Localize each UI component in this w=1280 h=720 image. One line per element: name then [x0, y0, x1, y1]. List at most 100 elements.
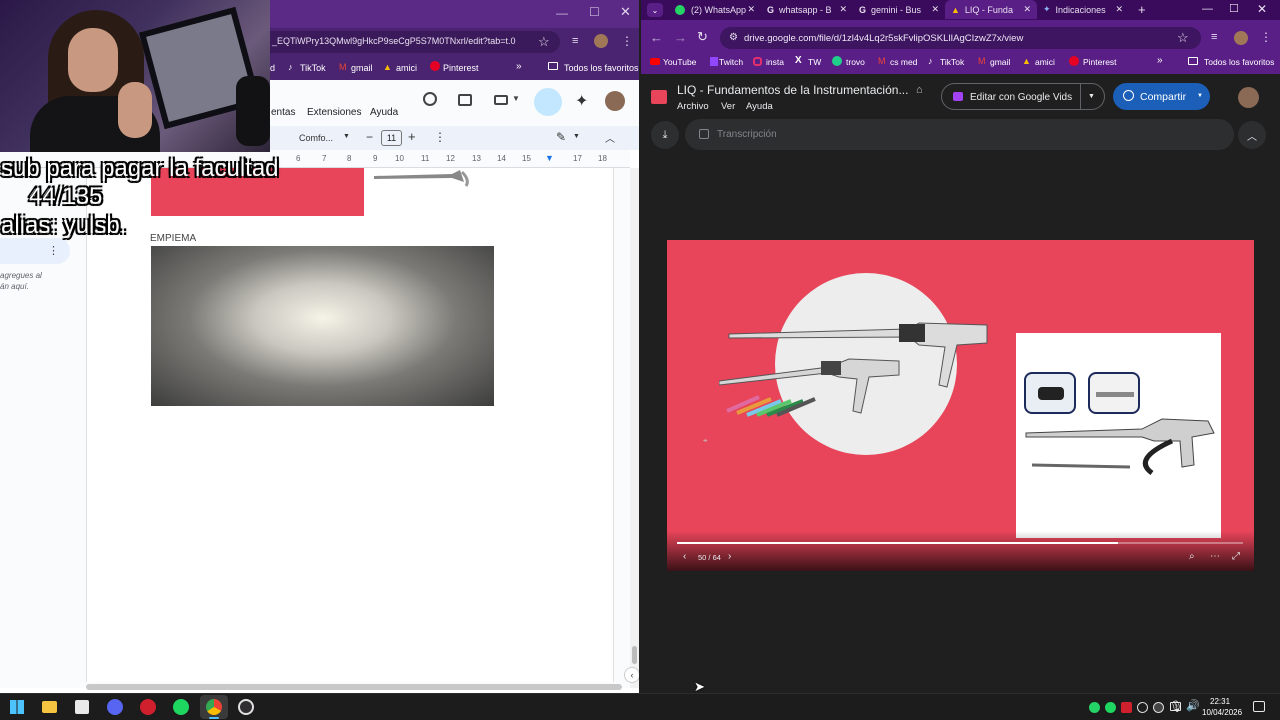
comment-icon[interactable] — [458, 94, 472, 106]
maximize-icon[interactable]: ☐ — [589, 5, 600, 19]
share-button[interactable]: Compartir ▼ — [1113, 83, 1210, 110]
tab-whatsapp[interactable]: (2) WhatsApp ✕ — [669, 0, 761, 19]
profile-avatar[interactable] — [1234, 31, 1248, 45]
add-shortcut-icon[interactable]: ⌂ — [916, 84, 923, 96]
font-size-input[interactable]: 11 — [381, 130, 402, 146]
horizontal-scrollbar[interactable] — [86, 684, 622, 690]
close-icon[interactable]: ✕ — [620, 4, 631, 20]
app-tray-icon[interactable] — [1121, 702, 1132, 713]
whatsapp-tray-icon[interactable] — [1089, 702, 1100, 713]
bookmark-tiktok[interactable]: TikTok — [940, 57, 964, 67]
notifications-icon[interactable] — [1253, 701, 1265, 712]
clock-date[interactable]: 10/04/2026 — [1202, 708, 1242, 717]
bookmark-youtube[interactable]: YouTube — [663, 57, 696, 67]
more-tools-icon[interactable]: ⋮ — [434, 130, 446, 144]
menu-help[interactable]: Ayuda — [370, 107, 398, 118]
file-title[interactable]: LIQ - Fundamentos de la Instrumentación.… — [677, 83, 908, 97]
transcript-field[interactable]: Transcripción — [685, 119, 1234, 150]
all-favorites[interactable]: Todos los favoritos — [564, 63, 639, 73]
windows-start-icon[interactable] — [10, 700, 24, 714]
file-explorer-icon[interactable] — [42, 701, 57, 713]
tab-gemini[interactable]: G gemini - Bus ✕ — [853, 0, 945, 19]
tab-close-icon[interactable]: ✕ — [839, 4, 847, 15]
history-icon[interactable] — [423, 92, 437, 106]
tab-liq-active[interactable]: ▲ LIQ - Funda ✕ — [945, 0, 1037, 19]
tab-close-icon[interactable]: ✕ — [1115, 4, 1123, 15]
bookmark-tiktok[interactable]: TikTok — [300, 63, 326, 73]
meet-icon[interactable] — [494, 95, 508, 105]
tab-indicaciones[interactable]: ✦ Indicaciones ✕ — [1037, 0, 1129, 19]
bookmark-gmail[interactable]: gmail — [990, 57, 1010, 67]
tab-search-icon[interactable]: ⌄ — [647, 3, 663, 17]
chevron-right-icon[interactable]: » — [516, 61, 522, 72]
user-avatar[interactable] — [605, 91, 625, 111]
surgical-instrument-image[interactable] — [372, 168, 482, 188]
bookmark-tw[interactable]: TW — [808, 57, 821, 67]
spotify-tray-icon[interactable] — [1105, 702, 1116, 713]
gemini-icon[interactable]: ✦ — [575, 91, 588, 111]
thumbnail-stapler[interactable] — [1088, 372, 1140, 414]
chevron-down-icon[interactable]: ▼ — [512, 94, 520, 103]
empyema-photo[interactable] — [151, 246, 494, 406]
forward-icon[interactable]: → — [674, 30, 687, 45]
edit-pencil-icon[interactable]: ✎ — [556, 130, 566, 144]
font-size-increase-button[interactable]: + — [408, 129, 416, 144]
close-icon[interactable]: ✕ — [1257, 2, 1267, 16]
more-slide-options-icon[interactable]: ⋯ — [1210, 551, 1220, 562]
clock-time[interactable]: 22:31 — [1210, 697, 1230, 706]
app-red-icon[interactable] — [140, 699, 156, 715]
profile-avatar[interactable] — [594, 34, 608, 48]
menu-archivo[interactable]: Archivo — [677, 101, 709, 112]
next-slide-icon[interactable]: › — [728, 551, 731, 562]
star-icon[interactable]: ☆ — [538, 34, 550, 50]
side-panel-toggle-icon[interactable]: ‹ — [624, 667, 639, 683]
bookmark-trovo[interactable]: trovo — [846, 57, 865, 67]
minimize-icon[interactable]: — — [1202, 3, 1213, 15]
back-icon[interactable]: ← — [650, 30, 663, 45]
tab-google-whatsapp[interactable]: G whatsapp - B ✕ — [761, 0, 853, 19]
network-icon[interactable] — [1170, 702, 1181, 711]
bookmark-pinterest[interactable]: Pinterest — [443, 63, 479, 73]
mode-chevron-icon[interactable]: ▼ — [573, 133, 580, 140]
obs-tray-icon[interactable] — [1137, 702, 1148, 713]
site-info-icon[interactable]: ⚙ — [729, 32, 738, 43]
download-icon[interactable]: ⤓ — [651, 121, 679, 149]
zoom-icon[interactable]: ⌕ — [1189, 551, 1195, 562]
reading-list-icon[interactable]: ≡ — [1211, 31, 1217, 43]
prev-slide-icon[interactable]: ‹ — [683, 551, 686, 562]
edit-options-dropdown[interactable]: ▼ — [1080, 83, 1105, 110]
chevron-right-icon[interactable]: » — [1157, 55, 1163, 66]
all-favorites[interactable]: Todos los favoritos — [1204, 57, 1274, 67]
collapse-chevron-icon[interactable]: ︿ — [605, 130, 615, 145]
minimize-icon[interactable]: — — [556, 6, 568, 20]
volume-icon[interactable]: 🔊 — [1186, 699, 1200, 712]
bookmark-gmail[interactable]: gmail — [351, 63, 373, 73]
font-size-decrease-button[interactable]: − — [366, 130, 373, 144]
vertical-scrollbar[interactable] — [630, 168, 639, 688]
bookmark-item[interactable]: d — [270, 63, 275, 73]
document-page[interactable]: EMPIEMA — [86, 168, 614, 682]
share-person-icon[interactable] — [534, 88, 562, 116]
panel-menu-icon[interactable]: ⋮ — [48, 244, 59, 257]
thumbnail-cartridge[interactable] — [1024, 372, 1076, 414]
tab-close-icon[interactable]: ✕ — [931, 4, 939, 15]
account-avatar[interactable] — [1238, 87, 1259, 108]
maximize-icon[interactable]: ☐ — [1229, 2, 1239, 15]
more-options-icon[interactable]: ⋮ — [1260, 30, 1272, 44]
bookmark-amici[interactable]: amici — [396, 63, 417, 73]
discord-icon[interactable] — [107, 699, 123, 715]
ruler-indent-marker[interactable]: ▼ — [545, 153, 554, 163]
expand-up-icon[interactable]: ︿ — [1238, 121, 1266, 149]
reading-list-icon[interactable]: ≡ — [572, 35, 578, 47]
menu-ayuda[interactable]: Ayuda — [746, 101, 773, 112]
slide-progress-track[interactable] — [677, 542, 1243, 544]
style-dropdown[interactable]: Comfo... — [299, 133, 333, 143]
menu-ver[interactable]: Ver — [721, 101, 735, 112]
star-icon[interactable]: ☆ — [1177, 30, 1189, 46]
bookmark-insta[interactable]: insta — [766, 57, 784, 67]
reload-icon[interactable]: ↻ — [697, 29, 708, 45]
menu-item[interactable]: entas — [271, 107, 295, 118]
bookmark-cs-med[interactable]: cs med — [890, 57, 917, 67]
tab-close-icon[interactable]: ✕ — [747, 4, 755, 15]
bookmark-pinterest[interactable]: Pinterest — [1083, 57, 1117, 67]
